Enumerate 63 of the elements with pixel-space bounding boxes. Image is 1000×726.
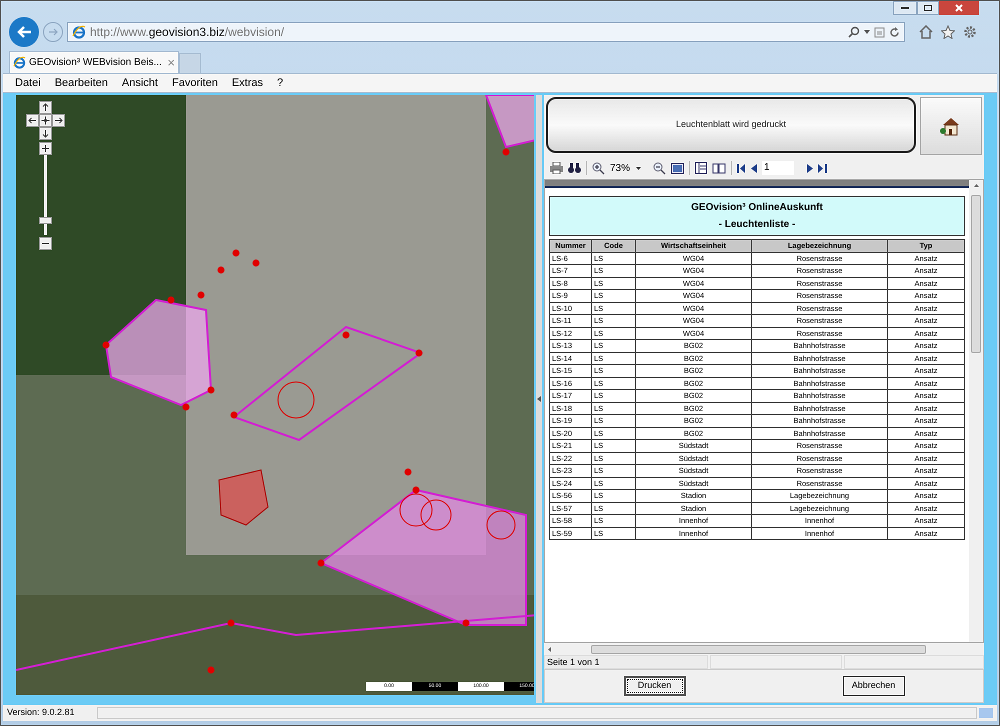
print-button[interactable]: Drucken bbox=[624, 676, 686, 696]
zoom-out-button[interactable] bbox=[38, 237, 52, 250]
menu-item[interactable]: Favoriten bbox=[172, 74, 218, 92]
zoom-in-icon[interactable] bbox=[592, 162, 605, 174]
close-button[interactable] bbox=[939, 1, 979, 15]
scroll-left-icon[interactable] bbox=[548, 646, 551, 652]
menu-item[interactable]: Bearbeiten bbox=[54, 74, 108, 92]
settings-icon[interactable] bbox=[963, 25, 977, 39]
dropdown-arrow-icon bbox=[864, 30, 870, 34]
pan-down-button[interactable] bbox=[38, 127, 52, 140]
refresh-icon bbox=[889, 26, 900, 38]
pan-up-button[interactable] bbox=[38, 101, 52, 114]
previous-page-icon[interactable] bbox=[751, 164, 757, 172]
home-button[interactable] bbox=[920, 97, 982, 155]
home-icon[interactable] bbox=[919, 25, 933, 39]
menu-item[interactable]: Datei bbox=[15, 74, 41, 92]
page-number-field[interactable]: 1 bbox=[762, 161, 794, 175]
pan-center-button[interactable] bbox=[38, 114, 52, 127]
status-page-text: Seite 1 von 1 bbox=[544, 655, 708, 669]
menu-item[interactable]: ? bbox=[277, 74, 284, 92]
collapse-arrow-icon[interactable] bbox=[537, 396, 542, 402]
browser-logo-icon bbox=[72, 25, 86, 39]
status-indicator-icon bbox=[979, 708, 993, 718]
page-setup-icon[interactable] bbox=[695, 162, 707, 174]
forward-arrow-icon bbox=[48, 27, 58, 37]
cancel-button[interactable]: Abbrechen bbox=[842, 676, 904, 696]
pan-left-button[interactable] bbox=[26, 114, 38, 127]
pan-right-button[interactable] bbox=[52, 114, 64, 127]
zoom-in-button[interactable] bbox=[38, 142, 52, 155]
back-button[interactable] bbox=[9, 17, 39, 47]
zoom-slider-thumb[interactable] bbox=[38, 217, 52, 224]
book-icon[interactable] bbox=[712, 162, 726, 174]
zoom-out-icon[interactable] bbox=[653, 162, 666, 174]
scrollbar-thumb[interactable] bbox=[971, 195, 981, 353]
zoom-dropdown[interactable]: 73% bbox=[610, 160, 648, 176]
menu-item[interactable]: Ansicht bbox=[122, 74, 158, 92]
menu-item[interactable]: Extras bbox=[232, 74, 264, 92]
binoculars-icon[interactable] bbox=[568, 162, 581, 174]
scrollbar-thumb[interactable] bbox=[591, 644, 926, 654]
page-width-icon[interactable] bbox=[671, 162, 684, 174]
version-text: Version: 9.0.2.81 bbox=[7, 706, 76, 720]
last-page-icon[interactable] bbox=[818, 164, 827, 172]
minimize-button[interactable] bbox=[893, 1, 917, 15]
printer-icon[interactable] bbox=[550, 162, 563, 174]
close-icon bbox=[955, 4, 963, 12]
dropdown-arrow-icon bbox=[636, 166, 642, 170]
scroll-up-icon[interactable] bbox=[974, 184, 978, 187]
browser-tab[interactable]: GEOvision³ WEBvision Beis... × bbox=[9, 51, 179, 73]
vertical-scrollbar[interactable] bbox=[969, 180, 983, 642]
search-icon bbox=[848, 26, 860, 38]
maximize-button[interactable] bbox=[917, 1, 939, 15]
browser-logo-icon bbox=[13, 56, 26, 69]
first-page-icon[interactable] bbox=[737, 164, 746, 172]
address-text: http://www.geovision3.biz/webvision/ bbox=[90, 24, 284, 41]
next-page-icon[interactable] bbox=[807, 164, 813, 172]
back-arrow-icon bbox=[16, 25, 32, 39]
star-icon[interactable] bbox=[941, 25, 955, 39]
status-banner: Leuchtenblatt wird gedruckt bbox=[546, 97, 916, 153]
address-bar[interactable]: http://www.geovision3.biz/webvision/ bbox=[67, 22, 905, 42]
zoom-slider[interactable] bbox=[38, 155, 52, 235]
report-title: GEOvision³ OnlineAuskunft bbox=[691, 201, 823, 215]
report-subtitle: - Leuchtenliste - bbox=[718, 218, 796, 232]
compatibility-view-icon bbox=[874, 26, 885, 38]
